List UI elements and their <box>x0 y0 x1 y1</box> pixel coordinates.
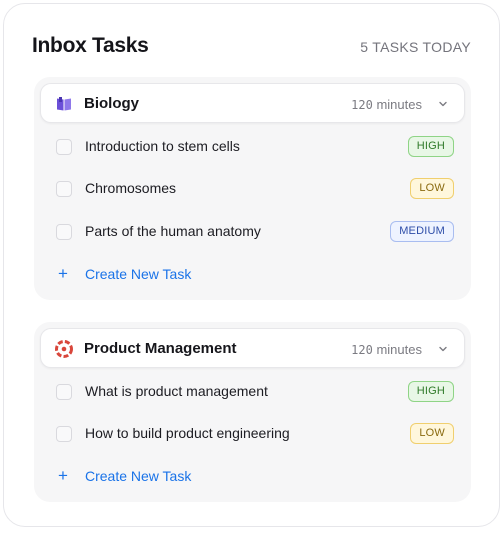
task-row: Chromosomes LOW <box>34 169 471 209</box>
page-title: Inbox Tasks <box>32 34 149 57</box>
task-row: What is product management HIGH <box>34 372 471 412</box>
create-task-label: Create New Task <box>85 468 192 484</box>
priority-badge: LOW <box>410 178 454 199</box>
duration-value: 120 <box>351 343 373 357</box>
group-header-biology[interactable]: Biology 120 minutes <box>40 83 465 123</box>
book-icon <box>57 97 71 111</box>
task-row: Parts of the human anatomy MEDIUM <box>34 212 471 252</box>
create-task-button[interactable]: + Create New Task <box>34 458 471 494</box>
task-row: How to build product engineering LOW <box>34 414 471 454</box>
group-duration: 120 minutes <box>351 342 422 357</box>
group-duration: 120 minutes <box>351 97 422 112</box>
task-label[interactable]: What is product management <box>85 383 268 399</box>
task-label[interactable]: Introduction to stem cells <box>85 138 240 154</box>
priority-badge: HIGH <box>407 136 454 157</box>
task-checkbox[interactable] <box>56 426 72 442</box>
task-group-biology: Biology 120 minutes Introduction to stem… <box>34 77 471 300</box>
duration-value: 120 <box>351 98 373 112</box>
task-count: 5 TASKS TODAY <box>360 39 471 55</box>
group-name: Biology <box>84 95 139 112</box>
chevron-down-icon[interactable] <box>438 344 448 354</box>
duration-unit: minutes <box>376 97 422 112</box>
product-logo-icon <box>55 340 73 358</box>
inbox-tasks-card: Inbox Tasks 5 TASKS TODAY Biology 120 mi… <box>3 3 500 527</box>
group-name: Product Management <box>84 340 237 357</box>
task-group-product-management: Product Management 120 minutes What is p… <box>34 322 471 502</box>
task-checkbox[interactable] <box>56 224 72 240</box>
card-header: Inbox Tasks 5 TASKS TODAY <box>32 34 471 64</box>
task-checkbox[interactable] <box>56 139 72 155</box>
chevron-down-icon[interactable] <box>438 99 448 109</box>
task-label[interactable]: How to build product engineering <box>85 425 290 441</box>
duration-unit: minutes <box>376 342 422 357</box>
task-label[interactable]: Chromosomes <box>85 180 176 196</box>
task-checkbox[interactable] <box>56 181 72 197</box>
task-checkbox[interactable] <box>56 384 72 400</box>
task-row: Introduction to stem cells HIGH <box>34 127 471 167</box>
plus-icon: + <box>58 466 68 485</box>
plus-icon: + <box>58 264 68 283</box>
priority-badge: HIGH <box>407 381 454 402</box>
group-header-product-management[interactable]: Product Management 120 minutes <box>40 328 465 368</box>
create-task-label: Create New Task <box>85 266 192 282</box>
priority-badge: MEDIUM <box>390 221 454 242</box>
create-task-button[interactable]: + Create New Task <box>34 256 471 292</box>
priority-badge: LOW <box>410 423 454 444</box>
task-label[interactable]: Parts of the human anatomy <box>85 223 261 239</box>
